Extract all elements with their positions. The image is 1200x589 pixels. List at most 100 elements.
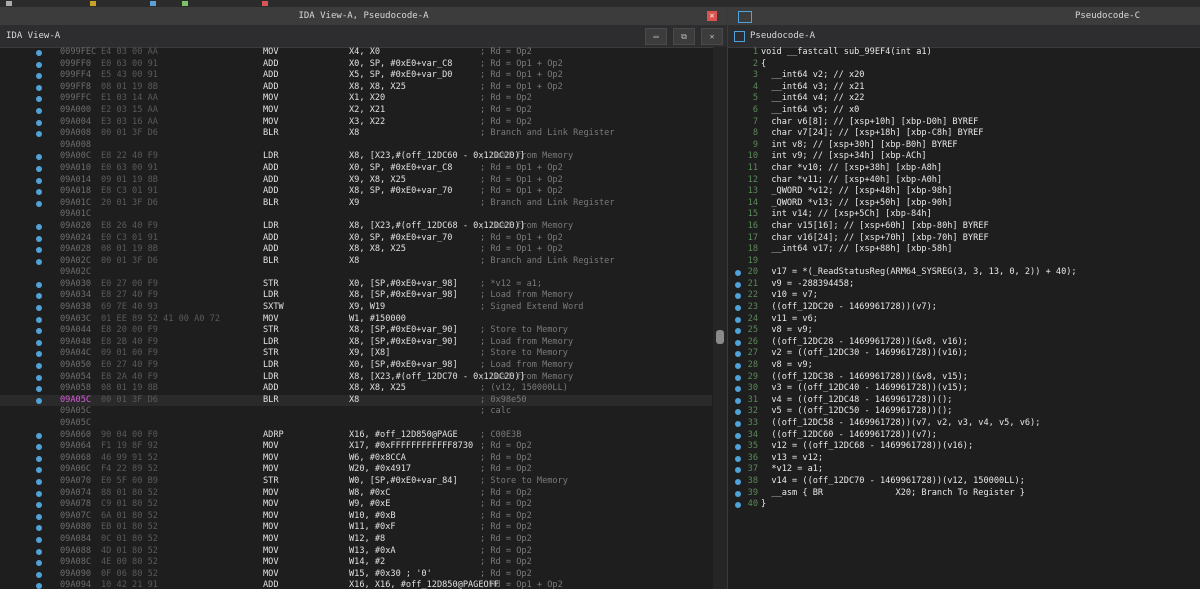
pseudocode-line[interactable]: 30 v3 = ((off_12DC40 - 1469961728))(v15)… [728,383,1200,395]
asm-row[interactable]: 099FF4 E5 43 00 91 ADD X5, SP, #0xE0+var_D0… [0,70,712,82]
pseudocode-line[interactable]: 10 int v9; // [xsp+34h] [xbp-ACh] [728,151,1200,163]
asm-row[interactable]: 09A064 F1 19 8F 92 MOV X17, #0xFFFFFFFFFFFF… [0,441,712,453]
pseudocode-line[interactable]: 38 v14 = ((off_12DC70 - 1469961728))(v12… [728,476,1200,488]
asm-row[interactable]: 09A06C F4 22 89 52 MOV W20, #0x4917 ; Rd = O… [0,464,712,476]
pseudocode-line[interactable]: 29 ((off_12DC38 - 1469961728))(&v8, v15)… [728,372,1200,384]
asm-row[interactable]: 09A010 E0 63 00 91 ADD X0, SP, #0xE0+var_C8… [0,163,712,175]
asm-row[interactable]: 099FFC E1 03 14 AA MOV X1, X20 ; Rd = Op2 [0,93,712,105]
pseudocode-line[interactable]: 5 __int64 v4; // x22 [728,93,1200,105]
pseudocode-line[interactable]: 25 v8 = v9; [728,325,1200,337]
pseudocode-line[interactable]: 37 *v12 = a1; [728,464,1200,476]
pseudocode-line[interactable]: 11 char *v10; // [xsp+38h] [xbp-A8h] [728,163,1200,175]
asm-row[interactable]: 09A08C 4E 00 80 52 MOV W14, #2 ; Rd = Op2 [0,557,712,569]
asm-row[interactable]: 09A030 E0 27 00 F9 STR X0, [SP,#0xE0+var_98… [0,279,712,291]
asm-row[interactable]: 09A00C E8 22 40 F9 LDR X8, [X23,#(off_12DC6… [0,151,712,163]
asm-row[interactable]: 09A03C 01 EE 89 52 41 00 A0 72 MOV W1, #150… [0,314,712,326]
pseudocode-line[interactable]: 36 v13 = v12; [728,453,1200,465]
asm-row[interactable]: 09A014 09 01 19 8B ADD X9, X8, X25 ; Rd = Op… [0,175,712,187]
asm-row[interactable]: 09A044 E8 20 00 F9 STR X8, [SP,#0xE0+var_90… [0,325,712,337]
asm-row[interactable]: 09A07C 6A 01 80 52 MOV W10, #0xB ; Rd = Op2 [0,511,712,523]
pseudocode-line[interactable]: 7 char v6[8]; // [xsp+10h] [xbp-D0h] BYR… [728,117,1200,129]
pseudocode-line[interactable]: 2{ [728,59,1200,71]
pseudocode-line[interactable]: 17 char v16[24]; // [xsp+70h] [xbp-70h] … [728,233,1200,245]
pseudocode-line[interactable]: 35 v12 = ((off_12DC68 - 1469961728))(v16… [728,441,1200,453]
pseudocode-line[interactable]: 40} [728,499,1200,511]
pseudocode-line[interactable]: 13 _QWORD *v12; // [xsp+48h] [xbp-98h] [728,186,1200,198]
close-icon[interactable]: ✕ [707,11,717,21]
asm-row[interactable]: 09A054 E8 2A 40 F9 LDR X8, [X23,#(off_12DC7… [0,372,712,384]
vertical-scrollbar[interactable] [713,47,727,589]
asm-row[interactable]: 099FF8 08 01 19 8B ADD X8, X8, X25 ; Rd = Op… [0,82,712,94]
asm-row[interactable]: 09A04C 09 01 00 F9 STR X9, [X8] ; Store to M… [0,348,712,360]
asm-row[interactable]: 09A068 46 99 91 52 MOV W6, #0x8CCA ; Rd = Op… [0,453,712,465]
asm-row[interactable]: 09A060 90 04 00 F0 ADRP X16, #off_12D850@PA… [0,430,712,442]
asm-row[interactable]: 09A088 4D 01 80 52 MOV W13, #0xA ; Rd = Op2 [0,546,712,558]
asm-row[interactable]: 0099FEC E4 03 00 AA MOV X4, X0 ; Rd = Op2 [0,47,712,59]
pseudocode-line[interactable]: 14 _QWORD *v13; // [xsp+50h] [xbp-90h] [728,198,1200,210]
asm-row[interactable]: 09A034 E8 27 40 F9 LDR X8, [SP,#0xE0+var_98… [0,290,712,302]
tab-ida-view[interactable]: IDA View-A [6,25,60,47]
pseudocode-line[interactable]: 8 char v7[24]; // [xsp+18h] [xbp-C8h] BY… [728,128,1200,140]
asm-row[interactable]: 09A084 0C 01 80 52 MOV W12, #8 ; Rd = Op2 [0,534,712,546]
pseudocode-line[interactable]: 26 ((off_12DC28 - 1469961728))(&v8, v16)… [728,337,1200,349]
pseudocode-line[interactable]: 3 __int64 v2; // x20 [728,70,1200,82]
asm-row[interactable]: 09A074 88 01 80 52 MOV W8, #0xC ; Rd = Op2 [0,488,712,500]
asm-mnemonic: ADD [263,70,279,81]
asm-row[interactable]: 09A05C [0,418,712,430]
pseudocode-line[interactable]: 27 v2 = ((off_12DC30 - 1469961728))(v16)… [728,348,1200,360]
asm-row[interactable]: 09A078 C9 01 80 52 MOV W9, #0xE ; Rd = Op2 [0,499,712,511]
breakpoint-dot-icon [36,247,42,254]
asm-row[interactable]: 09A050 E0 27 40 F9 LDR X0, [SP,#0xE0+var_98… [0,360,712,372]
line-number: 34 [747,429,758,440]
pseudocode-line[interactable]: 34 ((off_12DC60 - 1469961728))(v7); [728,430,1200,442]
asm-row[interactable]: 09A02C [0,267,712,279]
asm-row[interactable]: 09A05C 00 01 3F D6 BLR X8 ; 0x98e50 [0,394,712,407]
asm-row[interactable]: 09A008 [0,140,712,152]
asm-row[interactable]: 099FF0 E0 63 00 91 ADD X0, SP, #0xE0+var_C8… [0,59,712,71]
disassembly-listing[interactable]: 0099FEC E4 03 00 AA MOV X4, X0; Rd = Op2 099… [0,47,712,589]
pseudocode-line[interactable]: 20 v17 = *(_ReadStatusReg(ARM64_SYSREG(3… [728,267,1200,279]
pseudocode-line[interactable]: 22 v10 = v7; [728,290,1200,302]
pseudocode-line[interactable]: 21 v9 = -288394458; [728,279,1200,291]
pseudocode-line[interactable]: 19 [728,256,1200,268]
asm-row[interactable]: 09A070 E0 5F 00 B9 STR W0, [SP,#0xE0+var_84… [0,476,712,488]
asm-row[interactable]: 09A018 E8 C3 01 91 ADD X8, SP, #0xE0+var_70… [0,186,712,198]
pseudocode-line[interactable]: 4 __int64 v3; // x21 [728,82,1200,94]
pseudocode-line[interactable]: 33 ((off_12DC58 - 1469961728))(v7, v2, v… [728,418,1200,430]
asm-row[interactable]: 09A090 0F 06 80 52 MOV W15, #0x30 ; '0' ; Rd… [0,569,712,581]
restore-icon[interactable]: ▭ [645,28,667,45]
asm-row[interactable]: 09A048 E8 2B 40 F9 LDR X8, [SP,#0xE0+var_90… [0,337,712,349]
tab-pseudocode[interactable]: Pseudocode-A [750,25,815,47]
asm-row[interactable]: 09A05C ; calc [0,406,712,418]
float-icon[interactable]: ⧉ [673,28,695,45]
pseudocode-line[interactable]: 12 char *v11; // [xsp+40h] [xbp-A0h] [728,175,1200,187]
pseudocode-line[interactable]: 18 __int64 v17; // [xsp+88h] [xbp-58h] [728,244,1200,256]
asm-row[interactable]: 09A000 E2 03 15 AA MOV X2, X21 ; Rd = Op2 [0,105,712,117]
pseudocode-line[interactable]: 23 ((off_12DC20 - 1469961728))(v7); [728,302,1200,314]
asm-row[interactable]: 09A02C 00 01 3F D6 BLR X8 ; Branch and Link … [0,256,712,268]
pseudocode-line[interactable]: 9 int v8; // [xsp+30h] [xbp-B0h] BYREF [728,140,1200,152]
pseudocode-line[interactable]: 15 int v14; // [xsp+5Ch] [xbp-84h] [728,209,1200,221]
asm-row[interactable]: 09A004 E3 03 16 AA MOV X3, X22 ; Rd = Op2 [0,117,712,129]
asm-row[interactable]: 09A008 00 01 3F D6 BLR X8 ; Branch and Link … [0,128,712,140]
pseudocode-line[interactable]: 28 v8 = v9; [728,360,1200,372]
asm-row[interactable]: 09A01C [0,209,712,221]
asm-row[interactable]: 09A080 EB 01 80 52 MOV W11, #0xF ; Rd = Op2 [0,522,712,534]
pseudocode-line[interactable]: 24 v11 = v6; [728,314,1200,326]
asm-row[interactable]: 09A094 10 42 21 91 ADD X16, X16, #off_12D85… [0,580,712,589]
scrollbar-thumb[interactable] [716,330,724,344]
asm-row[interactable]: 09A01C 20 01 3F D6 BLR X9 ; Branch and Link … [0,198,712,210]
asm-row[interactable]: 09A024 E0 C3 01 91 ADD X0, SP, #0xE0+var_70… [0,233,712,245]
asm-row[interactable]: 09A058 08 01 19 8B ADD X8, X8, X25 ; (v12, 1… [0,383,712,395]
pseudocode-line[interactable]: 39 __asm { BR X20; Branch To Register } [728,488,1200,500]
pseudocode-line[interactable]: 6 __int64 v5; // x0 [728,105,1200,117]
pseudocode-line[interactable]: 31 v4 = ((off_12DC48 - 1469961728))(); [728,395,1200,407]
asm-row[interactable]: 09A038 69 7E 40 93 SXTW X9, W19 ; Signed Ext… [0,302,712,314]
pseudocode-listing[interactable]: 1 void __fastcall sub_99EF4(int a1) 2{3 __… [728,47,1200,589]
pseudocode-line[interactable]: 32 v5 = ((off_12DC50 - 1469961728))(); [728,406,1200,418]
asm-row[interactable]: 09A028 08 01 19 8B ADD X8, X8, X25 ; Rd = Op… [0,244,712,256]
pseudocode-line[interactable]: 16 char v15[16]; // [xsp+60h] [xbp-80h] … [728,221,1200,233]
asm-row[interactable]: 09A020 E8 26 40 F9 LDR X8, [X23,#(off_12DC6… [0,221,712,233]
pseudocode-line[interactable]: 1 void __fastcall sub_99EF4(int a1) [728,47,1200,59]
close-tab-icon[interactable]: ✕ [701,28,723,45]
